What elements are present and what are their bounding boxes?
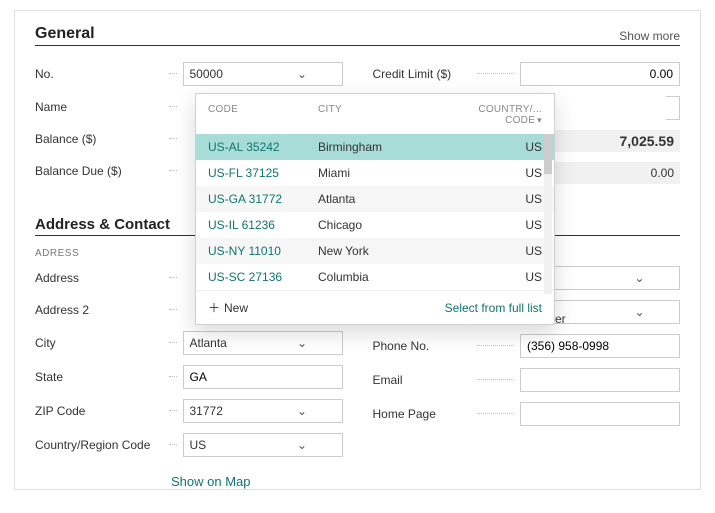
chevron-down-icon: ⌄ (263, 438, 342, 452)
city-label: City (35, 336, 165, 350)
homepage-label: Home Page (373, 407, 473, 421)
dd-row[interactable]: US-NY 11010New YorkUS (196, 238, 554, 264)
dd-scrollbar[interactable] (544, 134, 552, 294)
email-input[interactable] (520, 368, 680, 392)
homepage-input[interactable] (520, 402, 680, 426)
dd-row[interactable]: US-SC 27136ColumbiaUS (196, 264, 554, 290)
credit-limit-label: Credit Limit ($) (373, 67, 473, 81)
zip-field[interactable]: 31772⌄ (183, 399, 343, 423)
dd-cell-code: US-NY 11010 (208, 244, 318, 258)
chevron-down-icon: ⌄ (600, 305, 679, 319)
chevron-down-icon: ⌄ (600, 271, 679, 285)
dd-cell-code: US-IL 61236 (208, 218, 318, 232)
dd-row[interactable]: US-FL 37125MiamiUS (196, 160, 554, 186)
address2-label: Address 2 (35, 303, 165, 317)
dd-cell-city: Atlanta (318, 192, 462, 206)
credit-limit-input[interactable] (520, 62, 680, 86)
crc-field[interactable]: US⌄ (183, 433, 343, 457)
zip-label: ZIP Code (35, 404, 165, 418)
dd-row[interactable]: US-IL 61236ChicagoUS (196, 212, 554, 238)
phone-label: Phone No. (373, 339, 473, 353)
dd-cell-cc: US (462, 270, 542, 284)
plus-icon: ＋ (208, 299, 220, 316)
city-field[interactable]: Atlanta⌄ (183, 331, 343, 355)
dd-cell-cc: US (462, 140, 542, 154)
address-label: Address (35, 271, 165, 285)
dd-cell-cc: US (462, 244, 542, 258)
state-label: State (35, 370, 165, 384)
chevron-down-icon: ⌄ (263, 336, 342, 350)
dd-cell-cc: US (462, 166, 542, 180)
dd-head-code[interactable]: CODE (208, 104, 318, 126)
email-label: Email (373, 373, 473, 387)
filter-icon: ▾ (537, 115, 542, 125)
dd-cell-code: US-GA 31772 (208, 192, 318, 206)
dd-cell-city: Chicago (318, 218, 462, 232)
dd-cell-code: US-SC 27136 (208, 270, 318, 284)
dd-cell-cc: US (462, 218, 542, 232)
chevron-down-icon: ⌄ (263, 404, 342, 418)
dd-cell-cc: US (462, 192, 542, 206)
dd-cell-city: Birmingham (318, 140, 462, 154)
crc-label: Country/Region Code (35, 438, 165, 452)
dd-row[interactable]: US-AL 35242BirminghamUS (196, 134, 554, 160)
dd-cell-city: Miami (318, 166, 462, 180)
section-general-title: General (35, 25, 95, 43)
state-input[interactable] (183, 365, 343, 389)
phone-input[interactable] (520, 334, 680, 358)
chevron-down-icon: ⌄ (263, 67, 342, 81)
dd-cell-code: US-AL 35242 (208, 140, 318, 154)
balance-label: Balance ($) (35, 132, 165, 146)
dd-head-country[interactable]: COUNTRY/... CODE▾ (462, 104, 542, 126)
dd-head-city[interactable]: CITY (318, 104, 462, 126)
dd-cell-city: New York (318, 244, 462, 258)
no-field[interactable]: 50000 ⌄ (183, 62, 343, 86)
lookup-dropdown: CODE CITY COUNTRY/... CODE▾ US-AL 35242B… (195, 93, 555, 325)
show-more-link[interactable]: Show more (619, 29, 680, 43)
no-label: No. (35, 67, 165, 81)
dd-cell-code: US-FL 37125 (208, 166, 318, 180)
balance-due-label: Balance Due ($) (35, 164, 165, 178)
dd-row[interactable]: US-GA 31772AtlantaUS (196, 186, 554, 212)
show-on-map-link[interactable]: Show on Map (171, 474, 251, 489)
name-label: Name (35, 100, 165, 114)
dd-new-button[interactable]: ＋ New (208, 299, 248, 316)
dd-select-full-link[interactable]: Select from full list (445, 301, 542, 315)
dd-cell-city: Columbia (318, 270, 462, 284)
dd-scrollbar-thumb[interactable] (544, 134, 552, 174)
